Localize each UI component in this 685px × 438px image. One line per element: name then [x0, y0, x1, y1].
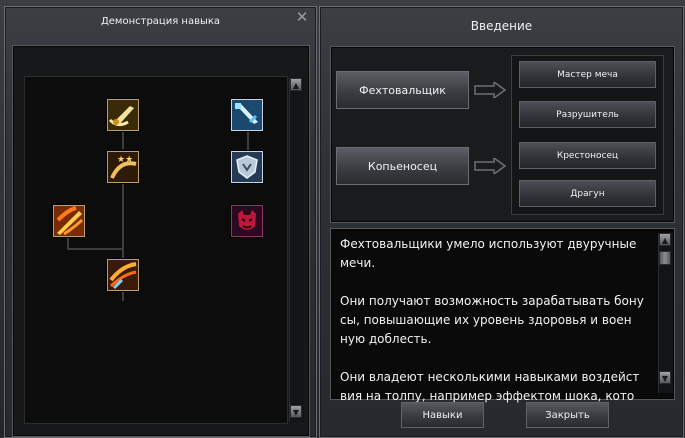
close-icon[interactable]: ✕	[294, 9, 310, 25]
skill-demo-title: Демонстрация навыка	[100, 16, 221, 27]
class-button-lancer[interactable]: Копьеносец	[336, 147, 469, 185]
skill-tree-scrollbar[interactable]	[289, 78, 304, 422]
scroll-down-button[interactable]: ▼	[290, 405, 302, 418]
class-tree-panel: Фехтовальщик Копьеносец Мастер меча Разр…	[330, 46, 675, 223]
scroll-up-button[interactable]: ▲	[659, 233, 671, 246]
close-button[interactable]: Закрыть	[526, 402, 609, 428]
scroll-thumb[interactable]	[659, 251, 671, 265]
scroll-down-button[interactable]: ▼	[659, 371, 671, 384]
class-description: Фехтовальщики умело используют двуручные…	[340, 237, 644, 403]
intro-title: Введение	[470, 19, 533, 33]
shield-icon[interactable]	[231, 151, 263, 183]
skill-tree-frame: ★★ ▲ ▼	[12, 45, 310, 437]
fire-strike-icon[interactable]	[107, 259, 139, 291]
intro-window: Введение Фехтовальщик Копьеносец Мастер …	[319, 6, 684, 438]
subclass-frame: Мастер меча Разрушитель Крестоносец Драг…	[511, 55, 664, 215]
scroll-up-button[interactable]: ▲	[290, 78, 302, 91]
flame-blade-icon[interactable]	[53, 205, 85, 237]
subclass-button-sword-master[interactable]: Мастер меча	[519, 61, 656, 88]
arrow-right-icon	[474, 158, 506, 174]
subclass-button-dragoon[interactable]: Драгун	[519, 180, 656, 207]
ice-sword-icon[interactable]	[231, 99, 263, 131]
description-panel: Фехтовальщики умело используют двуручные…	[330, 228, 675, 403]
tree-connector	[67, 248, 123, 250]
skill-demo-window: Демонстрация навыка ✕ ★★ ▲ ▼	[4, 6, 317, 438]
svg-text:★★: ★★	[117, 155, 133, 165]
arrow-right-icon	[474, 82, 506, 98]
sword-slash-icon[interactable]	[107, 99, 139, 131]
skills-button[interactable]: Навыки	[401, 402, 484, 428]
demon-mask-icon[interactable]	[231, 205, 263, 237]
class-button-swordsman[interactable]: Фехтовальщик	[336, 71, 469, 109]
star-slash-icon[interactable]: ★★	[107, 151, 139, 183]
skill-tree: ★★	[24, 76, 288, 424]
subclass-button-crusader[interactable]: Крестоносец	[519, 142, 656, 169]
subclass-button-destroyer[interactable]: Разрушитель	[519, 101, 656, 128]
